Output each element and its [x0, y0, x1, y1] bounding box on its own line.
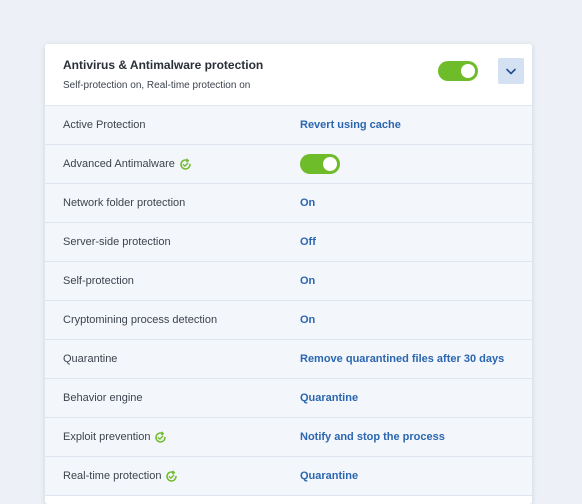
setting-value-link[interactable]: Quarantine: [300, 392, 358, 404]
advanced-antimalware-toggle[interactable]: [300, 154, 340, 174]
setting-label: Cryptomining process detection: [63, 314, 218, 326]
setting-row-server-side-protection: Server-side protection Off: [45, 223, 532, 262]
section-enable-toggle[interactable]: [438, 61, 478, 81]
sync-check-icon: [179, 158, 192, 171]
setting-value-link[interactable]: Revert using cache: [300, 119, 401, 131]
setting-value-link[interactable]: Notify and stop the process: [300, 431, 445, 443]
setting-row-real-time-protection: Real-time protection Quarantine: [45, 457, 532, 496]
setting-label: Quarantine: [63, 353, 118, 365]
setting-value-link[interactable]: On: [300, 314, 315, 326]
setting-label-group: Real-time protection: [63, 470, 178, 483]
setting-row-quarantine: Quarantine Remove quarantined files afte…: [45, 340, 532, 379]
sync-check-icon: [165, 470, 178, 483]
setting-row-network-folder-protection: Network folder protection On: [45, 184, 532, 223]
antivirus-settings-card: Antivirus & Antimalware protection Self-…: [45, 44, 532, 504]
setting-row-active-protection: Active Protection Revert using cache: [45, 106, 532, 145]
setting-value-link[interactable]: Remove quarantined files after 30 days: [300, 353, 504, 365]
setting-row-self-protection: Self-protection On: [45, 262, 532, 301]
setting-value-link[interactable]: On: [300, 275, 315, 287]
section-subtitle: Self-protection on, Real-time protection…: [63, 80, 251, 91]
setting-label: Exploit prevention: [63, 431, 151, 443]
setting-label-group: Exploit prevention: [63, 431, 167, 444]
section-title: Antivirus & Antimalware protection: [63, 58, 264, 72]
toggle-knob: [461, 64, 475, 78]
setting-row-exploit-prevention: Exploit prevention Notify and stop the p…: [45, 418, 532, 457]
setting-label: Server-side protection: [63, 236, 171, 248]
setting-label: Self-protection: [63, 275, 134, 287]
setting-label: Behavior engine: [63, 392, 143, 404]
setting-label: Real-time protection: [63, 470, 162, 482]
chevron-down-icon: [506, 68, 516, 74]
setting-value-link[interactable]: On: [300, 197, 315, 209]
section-header: Antivirus & Antimalware protection Self-…: [45, 44, 532, 106]
setting-label-group: Advanced Antimalware: [63, 158, 192, 171]
setting-label: Network folder protection: [63, 197, 186, 209]
setting-row-advanced-antimalware: Advanced Antimalware: [45, 145, 532, 184]
setting-label: Active Protection: [63, 119, 146, 131]
settings-list: Active Protection Revert using cache Adv…: [45, 106, 532, 496]
setting-value-link[interactable]: Quarantine: [300, 470, 358, 482]
toggle-knob: [323, 157, 337, 171]
setting-label: Advanced Antimalware: [63, 158, 175, 170]
setting-value-link[interactable]: Off: [300, 236, 316, 248]
setting-row-behavior-engine: Behavior engine Quarantine: [45, 379, 532, 418]
expand-section-button[interactable]: [498, 58, 524, 84]
setting-row-cryptomining-detection: Cryptomining process detection On: [45, 301, 532, 340]
sync-check-icon: [154, 431, 167, 444]
